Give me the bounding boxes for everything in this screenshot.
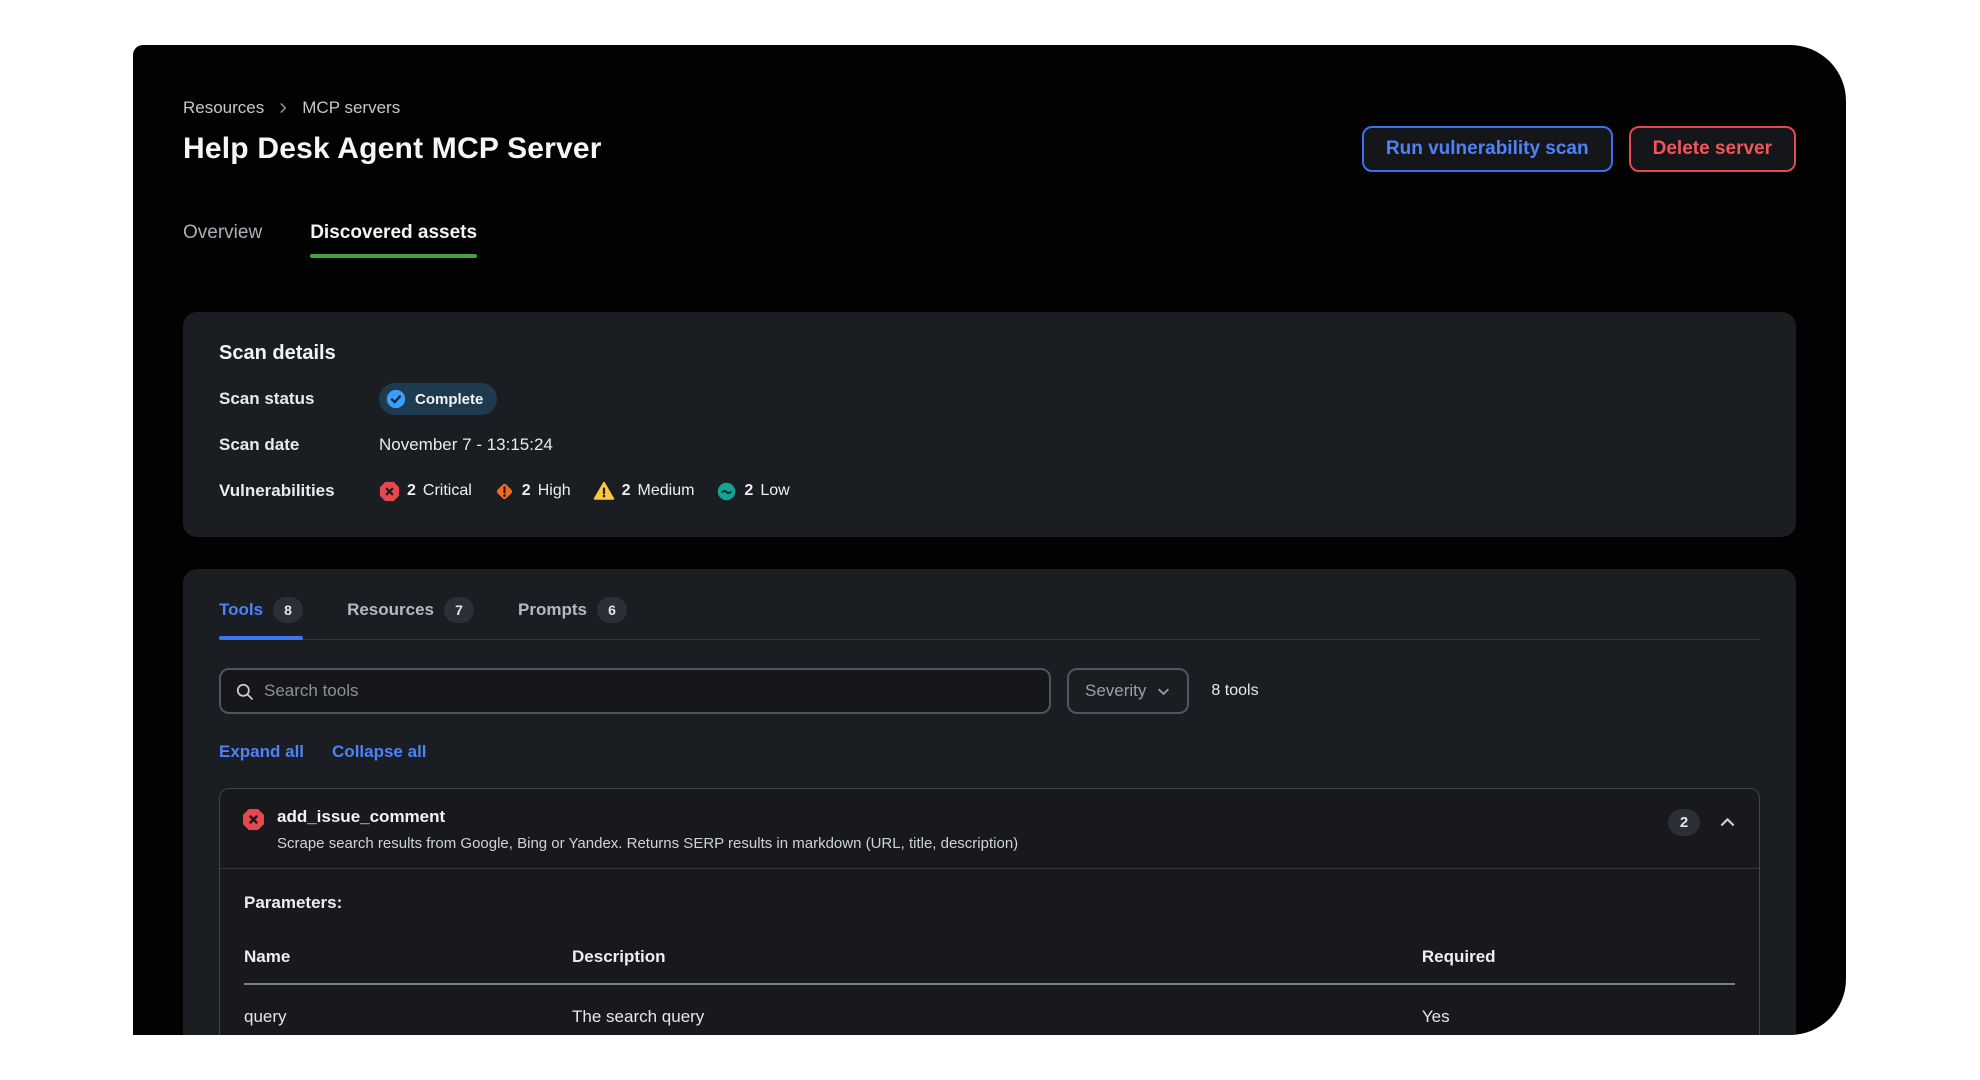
column-header-name: Name: [244, 937, 572, 984]
search-input[interactable]: [264, 681, 1035, 701]
scan-details-card: Scan details Scan status Complete Scan d…: [183, 312, 1796, 537]
page-tabs: Overview Discovered assets: [183, 222, 1796, 258]
active-tab-indicator: [310, 254, 477, 258]
tab-tools-label: Tools: [219, 600, 263, 620]
vuln-medium-count: 2: [622, 482, 631, 500]
vuln-low-label: Low: [760, 482, 789, 500]
page-title: Help Desk Agent MCP Server: [183, 132, 602, 166]
vuln-high-count: 2: [522, 482, 531, 500]
run-vulnerability-scan-button[interactable]: Run vulnerability scan: [1362, 126, 1613, 172]
chevron-right-icon: [276, 101, 290, 115]
param-required: Yes: [1422, 984, 1735, 1035]
chevron-down-icon: [1156, 684, 1171, 699]
tab-overview-label: Overview: [183, 222, 262, 243]
tab-resources-label: Resources: [347, 600, 434, 620]
tab-discovered-assets[interactable]: Discovered assets: [310, 222, 477, 258]
search-icon: [235, 682, 254, 701]
vuln-high-label: High: [538, 482, 571, 500]
severity-filter-label: Severity: [1085, 681, 1146, 701]
scan-date-label: Scan date: [219, 435, 379, 455]
vuln-high: 2 High: [494, 481, 571, 502]
column-header-description: Description: [572, 937, 1422, 984]
app-window: Resources MCP servers Help Desk Agent MC…: [133, 45, 1846, 1035]
octagon-x-icon: [379, 481, 400, 502]
vuln-medium-label: Medium: [638, 482, 695, 500]
tab-resources[interactable]: Resources 7: [347, 597, 474, 639]
tab-prompts-label: Prompts: [518, 600, 587, 620]
vuln-critical: 2 Critical: [379, 481, 472, 502]
scan-status-value: Complete: [415, 391, 483, 408]
vulnerabilities-label: Vulnerabilities: [219, 481, 379, 501]
delete-server-button[interactable]: Delete server: [1629, 126, 1796, 172]
tool-finding-count-badge: 2: [1668, 809, 1700, 836]
page-background: Resources MCP servers Help Desk Agent MC…: [0, 0, 1980, 1080]
vuln-low: 2 Low: [716, 481, 789, 502]
parameters-table: Name Description Required query The sear…: [244, 937, 1735, 1035]
asset-type-tabs: Tools 8 Resources 7 Prompts 6: [219, 597, 1760, 640]
table-row: query The search query Yes: [244, 984, 1735, 1035]
tab-tools[interactable]: Tools 8: [219, 597, 303, 639]
tool-description: Scrape search results from Google, Bing …: [277, 835, 1668, 852]
param-description: The search query: [572, 984, 1422, 1035]
vuln-low-count: 2: [744, 482, 753, 500]
vuln-medium: 2 Medium: [593, 480, 695, 502]
breadcrumb: Resources MCP servers: [183, 98, 1796, 118]
scan-status-label: Scan status: [219, 389, 379, 409]
tool-parameters-section: Parameters: Name Description Required: [220, 869, 1759, 1035]
check-circle-icon: [385, 388, 407, 410]
expand-all-link[interactable]: Expand all: [219, 742, 304, 762]
status-badge: Complete: [379, 383, 497, 415]
tool-card-add-issue-comment: add_issue_comment Scrape search results …: [219, 788, 1760, 1035]
param-name: query: [244, 984, 572, 1035]
vuln-critical-count: 2: [407, 482, 416, 500]
vuln-critical-label: Critical: [423, 482, 472, 500]
breadcrumb-mcp-servers[interactable]: MCP servers: [302, 98, 400, 118]
collapse-all-link[interactable]: Collapse all: [332, 742, 426, 762]
scan-status-row: Scan status Complete: [219, 383, 1760, 415]
diamond-exclamation-icon: [494, 481, 515, 502]
assets-card: Tools 8 Resources 7 Prompts 6: [183, 569, 1796, 1035]
scan-date-value: November 7 - 13:15:24: [379, 435, 553, 455]
search-box: [219, 668, 1051, 714]
triangle-exclamation-icon: [593, 480, 615, 502]
resources-count-badge: 7: [444, 597, 474, 623]
severity-filter-dropdown[interactable]: Severity: [1067, 668, 1189, 714]
octagon-x-icon: [242, 808, 265, 831]
tab-overview[interactable]: Overview: [183, 222, 262, 258]
column-header-required: Required: [1422, 937, 1735, 984]
chevron-up-icon[interactable]: [1718, 813, 1737, 832]
prompts-count-badge: 6: [597, 597, 627, 623]
tool-name: add_issue_comment: [277, 807, 1668, 827]
breadcrumb-resources[interactable]: Resources: [183, 98, 264, 118]
scan-details-title: Scan details: [219, 342, 1760, 365]
tab-prompts[interactable]: Prompts 6: [518, 597, 627, 639]
vulnerabilities-row: Vulnerabilities 2 Critical: [219, 475, 1760, 507]
parameters-title: Parameters:: [244, 893, 1735, 913]
tools-count-badge: 8: [273, 597, 303, 623]
tool-result-count: 8 tools: [1211, 682, 1258, 700]
circle-tilde-icon: [716, 481, 737, 502]
tab-discovered-assets-label: Discovered assets: [310, 222, 477, 243]
scan-date-row: Scan date November 7 - 13:15:24: [219, 429, 1760, 461]
tool-card-header[interactable]: add_issue_comment Scrape search results …: [220, 789, 1759, 869]
header-actions: Run vulnerability scan Delete server: [1362, 126, 1796, 172]
